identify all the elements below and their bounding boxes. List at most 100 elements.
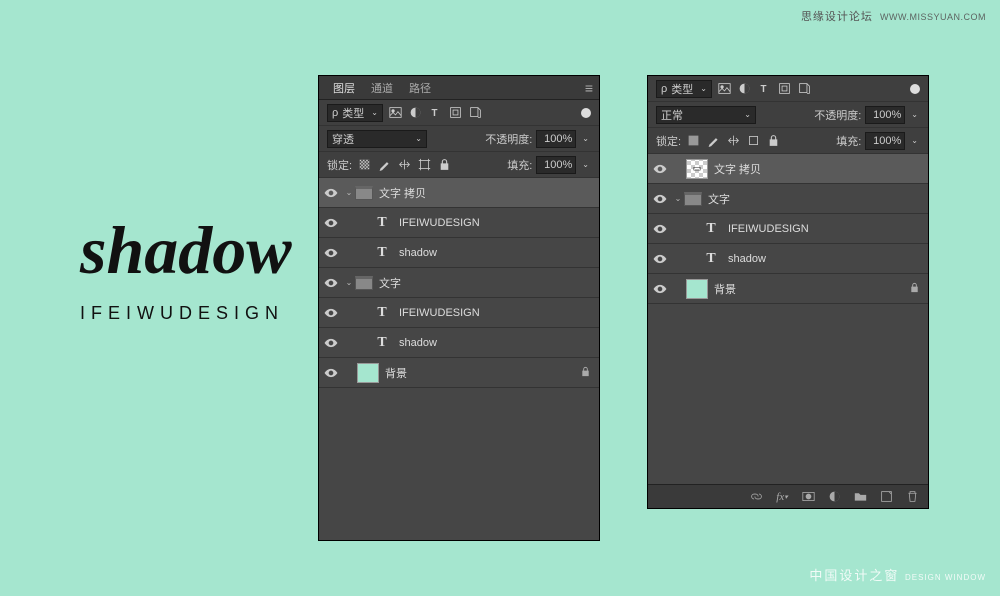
filter-shape-icon[interactable] [447,105,463,121]
lock-paint-icon[interactable] [705,133,721,149]
layer-name[interactable]: 文字 [379,275,401,291]
visibility-toggle-icon[interactable] [648,192,672,206]
filter-smartobj-icon[interactable] [467,105,483,121]
lock-pixels-icon[interactable] [685,133,701,149]
filter-shape-icon[interactable] [776,81,792,97]
fill-dropdown-icon[interactable]: ⌄ [909,136,920,145]
layer-list: ⌄文字 拷贝TIFEIWUDESIGNTshadow⌄文字TIFEIWUDESI… [319,178,599,388]
layer-row[interactable]: 背景 [648,274,928,304]
layers-panel-left: 图层 通道 路径 ≡ ρ 类型⌄ T 穿透⌄ 不透明度: 100% ⌄ 锁定: … [319,76,599,540]
lock-artboard-icon[interactable] [745,133,761,149]
layer-row[interactable]: Tshadow [319,238,599,268]
svg-text:T: T [431,108,437,119]
layer-row[interactable]: TIFEIWUDESIGN [319,208,599,238]
folder-icon [355,276,373,290]
panel-menu-icon[interactable]: ≡ [585,80,593,96]
layer-name[interactable]: shadow [399,247,437,259]
lock-position-icon[interactable] [725,133,741,149]
filter-text-icon[interactable]: T [427,105,443,121]
visibility-toggle-icon[interactable] [648,282,672,296]
visibility-toggle-icon[interactable] [648,162,672,176]
fill-value[interactable]: 100% [536,156,576,174]
folder-icon [684,192,702,206]
layer-row[interactable]: TIFEIWUDESIGN [319,298,599,328]
layer-name[interactable]: 文字 拷贝 [379,185,426,201]
panel-tabs: 图层 通道 路径 ≡ [319,76,599,100]
filter-select[interactable]: ρ 类型⌄ [327,104,383,122]
layer-thumbnail [357,363,379,383]
tab-channels[interactable]: 通道 [363,80,401,96]
filter-adjustment-icon[interactable] [736,81,752,97]
layer-name[interactable]: IFEIWUDESIGN [728,223,809,235]
layer-name[interactable]: 文字 [708,191,730,207]
lock-label: 锁定: [656,133,681,149]
filter-toggle-icon[interactable] [910,84,920,94]
layer-name[interactable]: IFEIWUDESIGN [399,307,480,319]
new-layer-icon[interactable] [878,489,894,505]
lock-all-icon[interactable] [765,133,781,149]
new-adjustment-icon[interactable] [826,489,842,505]
watermark-top: 思缘设计论坛 WWW.MISSYUAN.COM [801,8,986,24]
disclose-icon[interactable]: ⌄ [343,188,355,197]
tab-paths[interactable]: 路径 [401,80,439,96]
opacity-value[interactable]: 100% [865,106,905,124]
layer-name[interactable]: shadow [399,337,437,349]
opacity-dropdown-icon[interactable]: ⌄ [580,134,591,143]
layer-row[interactable]: ⌄ 文字 拷贝 [319,178,599,208]
layer-name[interactable]: 文字 拷贝 [714,161,761,177]
panel-filler [648,304,928,484]
layer-row[interactable]: 背景 [319,358,599,388]
filter-select[interactable]: ρ 类型⌄ [656,80,712,98]
layer-name[interactable]: 背景 [385,365,407,381]
disclose-icon[interactable]: ⌄ [343,278,355,287]
visibility-toggle-icon[interactable] [319,246,343,260]
lock-all-icon[interactable] [436,157,452,173]
layer-name[interactable]: IFEIWUDESIGN [399,217,480,229]
visibility-toggle-icon[interactable] [648,252,672,266]
visibility-toggle-icon[interactable] [319,216,343,230]
layer-row[interactable]: ⌄ 文字 [648,184,928,214]
folder-icon [355,186,373,200]
add-mask-icon[interactable] [800,489,816,505]
link-layers-icon[interactable] [748,489,764,505]
visibility-toggle-icon[interactable] [319,366,343,380]
lock-position-icon[interactable] [396,157,412,173]
visibility-toggle-icon[interactable] [319,306,343,320]
tab-layers[interactable]: 图层 [325,80,363,96]
layer-name[interactable]: shadow [728,253,766,265]
layer-row[interactable]: Tshadow [648,244,928,274]
fill-dropdown-icon[interactable]: ⌄ [580,160,591,169]
blend-mode-select[interactable]: 正常⌄ [656,106,756,124]
visibility-toggle-icon[interactable] [648,222,672,236]
opacity-value[interactable]: 100% [536,130,576,148]
layer-row[interactable]: TIFEIWUDESIGN [648,214,928,244]
filter-row: ρ 类型⌄ T [648,76,928,102]
filter-image-icon[interactable] [716,81,732,97]
filter-text-icon[interactable]: T [756,81,772,97]
blend-mode-select[interactable]: 穿透⌄ [327,130,427,148]
visibility-toggle-icon[interactable] [319,336,343,350]
layer-row[interactable]: Tshadow [319,328,599,358]
fill-value[interactable]: 100% [865,132,905,150]
visibility-toggle-icon[interactable] [319,186,343,200]
layer-fx-icon[interactable]: fx▾ [774,489,790,505]
filter-toggle-icon[interactable] [581,108,591,118]
delete-layer-icon[interactable] [904,489,920,505]
visibility-toggle-icon[interactable] [319,276,343,290]
filter-image-icon[interactable] [387,105,403,121]
blend-row: 穿透⌄ 不透明度: 100% ⌄ [319,126,599,152]
lock-paint-icon[interactable] [376,157,392,173]
layer-row[interactable]: ⌄ 文字 [319,268,599,298]
lock-artboard-icon[interactable] [416,157,432,173]
opacity-dropdown-icon[interactable]: ⌄ [909,110,920,119]
filter-adjustment-icon[interactable] [407,105,423,121]
layer-list: ▭文字 拷贝⌄文字TIFEIWUDESIGNTshadow背景 [648,154,928,304]
new-group-icon[interactable] [852,489,868,505]
layer-row[interactable]: ▭文字 拷贝 [648,154,928,184]
text-layer-icon: T [700,249,722,269]
disclose-icon[interactable]: ⌄ [672,194,684,203]
layer-name[interactable]: 背景 [714,281,736,297]
filter-smartobj-icon[interactable] [796,81,812,97]
lock-pixels-icon[interactable] [356,157,372,173]
lock-icon [909,282,920,296]
